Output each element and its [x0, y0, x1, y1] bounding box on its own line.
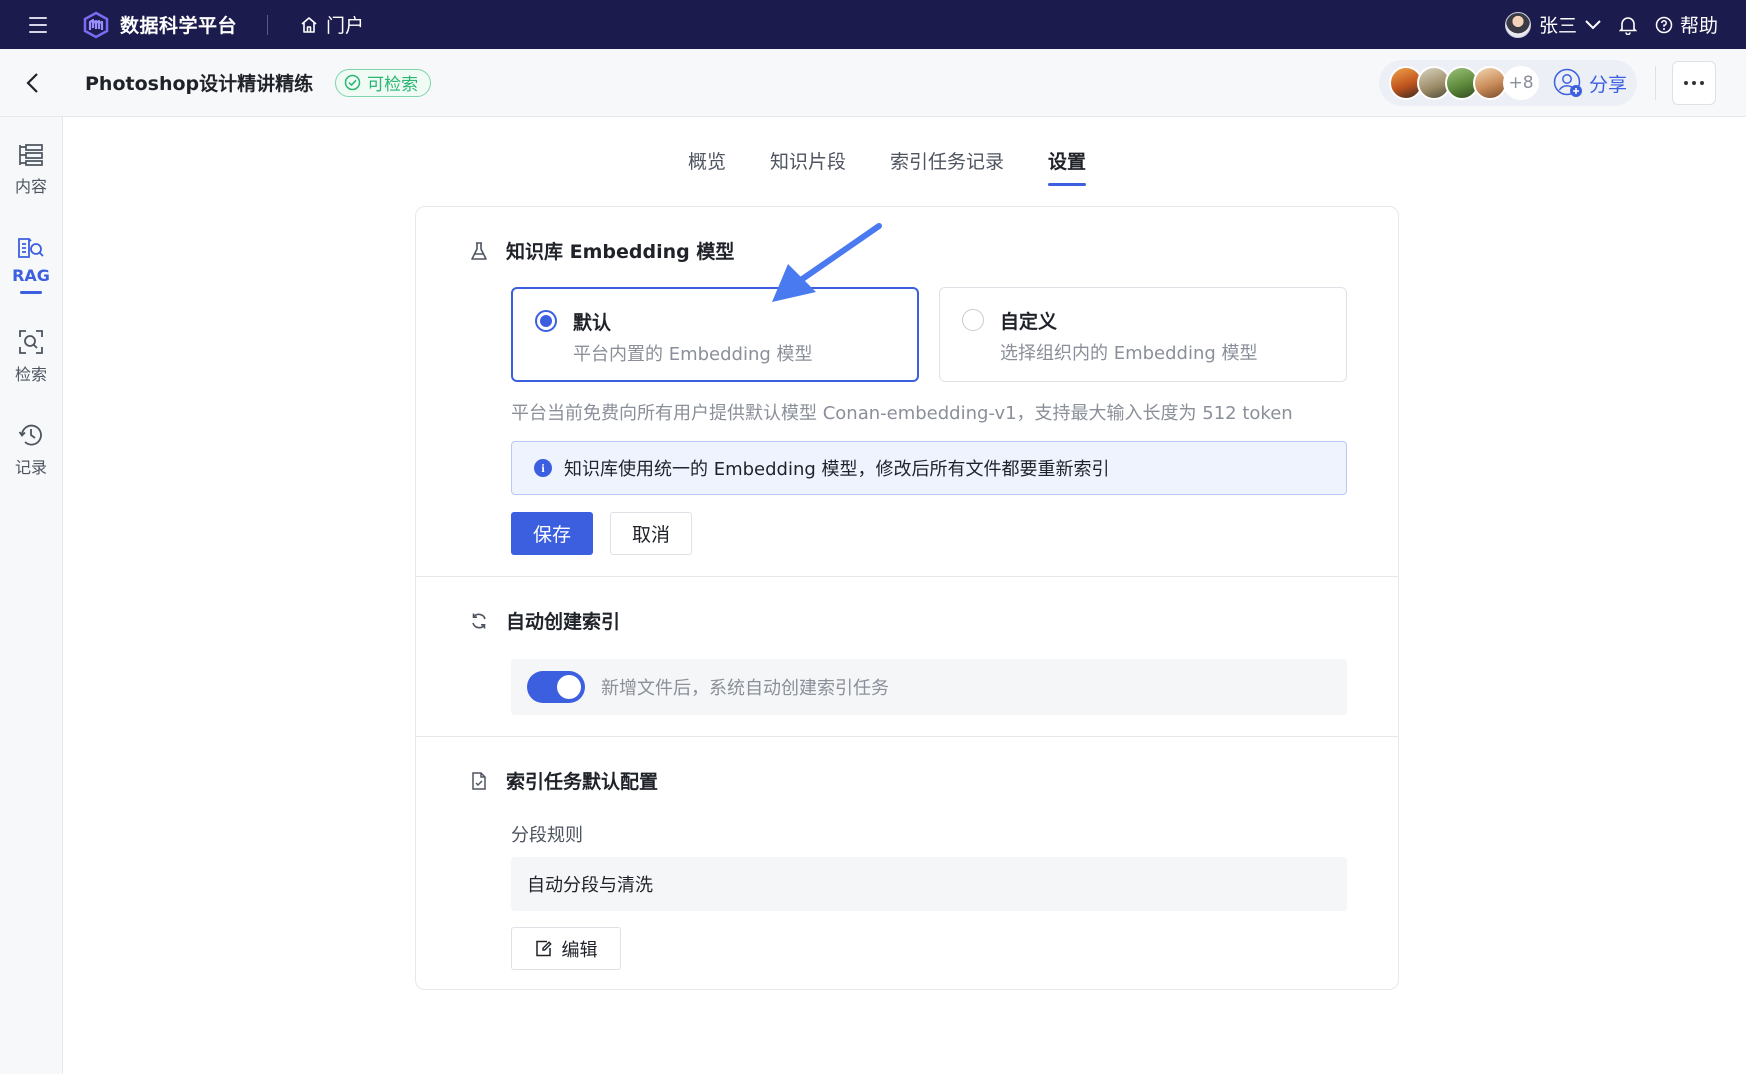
segment-rule-label: 分段规则 [511, 825, 583, 846]
help-link[interactable]: 帮助 [1655, 11, 1718, 38]
page-title: Photoshop设计精讲精练 [85, 73, 314, 95]
embedding-model-section: 知识库 Embedding 模型 默认 平台内置的 Embedding 模型 自… [416, 207, 1398, 576]
divider [1655, 66, 1656, 100]
sidebar-item-label: 检索 [14, 365, 47, 384]
platform-logo-icon [83, 11, 109, 38]
cancel-button[interactable]: 取消 [610, 512, 692, 555]
embedding-section-title: 知识库 Embedding 模型 [506, 241, 735, 263]
collaborator-avatar [1472, 66, 1507, 100]
flask-icon [471, 241, 487, 260]
back-button[interactable] [20, 71, 44, 95]
collaborators-group[interactable]: +8 分享 [1378, 60, 1637, 106]
tab-settings[interactable]: 设置 [1048, 147, 1087, 186]
tab-index-task-records[interactable]: 索引任务记录 [890, 147, 1004, 186]
brand[interactable]: 数据科学平台 [82, 11, 237, 39]
top-navigation-bar: 数据科学平台 门户 张三 帮助 [0, 0, 1746, 49]
option-description: 选择组织内的 Embedding 模型 [1000, 343, 1258, 364]
chevron-down-icon [1585, 19, 1601, 29]
auto-index-toggle-row: 新增文件后，系统自动创建索引任务 [511, 659, 1347, 715]
collaborators-extra-count: +8 [1502, 66, 1539, 100]
user-name: 张三 [1538, 15, 1577, 37]
option-description: 平台内置的 Embedding 模型 [573, 344, 813, 365]
tab-knowledge-chunks[interactable]: 知识片段 [770, 147, 846, 186]
hamburger-menu-icon[interactable] [29, 15, 55, 35]
custom-model-option[interactable]: 自定义 选择组织内的 Embedding 模型 [939, 287, 1347, 382]
user-menu[interactable]: 张三 [1504, 11, 1601, 38]
avatar [1504, 11, 1531, 38]
index-config-section: 索引任务默认配置 分段规则 自动分段与清洗 编辑 [416, 736, 1398, 989]
info-alert: i 知识库使用统一的 Embedding 模型，修改后所有文件都要重新索引 [511, 441, 1347, 495]
option-title: 自定义 [1000, 311, 1058, 333]
section-title: 索引任务默认配置 [470, 767, 658, 794]
edit-label: 编辑 [561, 939, 598, 961]
search-scan-icon [19, 330, 43, 354]
history-icon [18, 424, 42, 446]
option-title: 默认 [573, 312, 612, 334]
knowledge-base-header: Photoshop设计精讲精练 可检索 +8 分享 [0, 49, 1746, 117]
add-user-icon [1553, 68, 1582, 97]
tab-bar: 概览 知识片段 索引任务记录 设置 [0, 147, 1746, 186]
left-sidebar: 内容 RAG 检索 记录 [0, 117, 63, 1074]
segment-rule-value: 自动分段与清洗 [511, 857, 1347, 911]
home-icon [301, 16, 317, 33]
edit-button[interactable]: 编辑 [511, 927, 621, 970]
rag-book-icon [18, 238, 44, 258]
help-label: 帮助 [1679, 15, 1718, 37]
active-indicator [20, 291, 42, 294]
more-options-button[interactable] [1672, 61, 1716, 105]
sidebar-item-rag[interactable]: RAG [0, 236, 62, 294]
portal-link[interactable]: 门户 [300, 11, 364, 38]
refresh-icon [472, 613, 486, 628]
portal-label: 门户 [326, 15, 365, 37]
sidebar-item-history[interactable]: 记录 [0, 422, 62, 478]
save-button[interactable]: 保存 [511, 512, 593, 555]
settings-card: 知识库 Embedding 模型 默认 平台内置的 Embedding 模型 自… [415, 206, 1399, 990]
share-label: 分享 [1588, 73, 1627, 96]
info-icon: i [534, 459, 552, 477]
info-alert-text: 知识库使用统一的 Embedding 模型，修改后所有文件都要重新索引 [564, 459, 1110, 480]
tab-overview[interactable]: 概览 [688, 147, 726, 186]
toggle-description: 新增文件后，系统自动创建索引任务 [601, 678, 889, 699]
check-circle-icon [344, 74, 361, 91]
share-button[interactable]: 分享 [1553, 68, 1627, 98]
radio-button[interactable] [535, 310, 557, 332]
status-label: 可检索 [367, 75, 419, 95]
model-hint-text: 平台当前免费向所有用户提供默认模型 Conan-embedding-v1，支持最… [511, 403, 1293, 424]
sidebar-item-search[interactable]: 检索 [0, 329, 62, 385]
sidebar-item-label: RAG [12, 266, 50, 285]
edit-icon [535, 940, 552, 957]
radio-button[interactable] [962, 309, 984, 331]
default-model-option[interactable]: 默认 平台内置的 Embedding 模型 [511, 287, 919, 382]
auto-index-section: 自动创建索引 新增文件后，系统自动创建索引任务 [416, 576, 1398, 736]
bell-icon [1618, 16, 1637, 35]
question-circle-icon [1655, 16, 1673, 33]
section-title: 自动创建索引 [470, 607, 620, 634]
brand-name: 数据科学平台 [120, 15, 238, 37]
section-title: 知识库 Embedding 模型 [470, 237, 734, 264]
notification-bell[interactable] [1618, 15, 1637, 35]
auto-index-section-title: 自动创建索引 [506, 611, 621, 633]
document-check-icon [472, 771, 486, 790]
status-badge: 可检索 [335, 68, 432, 97]
topbar-divider [267, 14, 269, 35]
chevron-left-icon [26, 72, 38, 93]
index-config-section-title: 索引任务默认配置 [506, 771, 659, 793]
auto-index-switch[interactable] [527, 671, 585, 703]
sidebar-item-label: 记录 [14, 458, 47, 477]
